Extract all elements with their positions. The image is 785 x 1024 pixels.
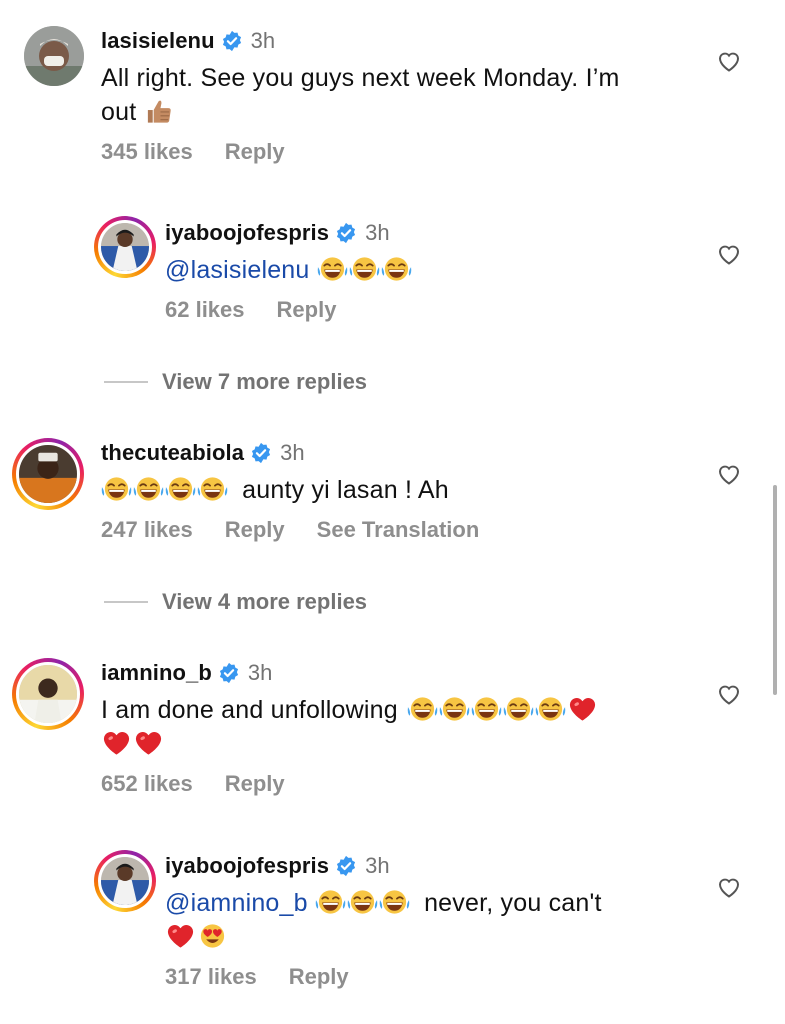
- comment-text: All right. See you guys next week Monday…: [101, 61, 701, 129]
- comment-text-line: aunty yi lasan ! Ah: [242, 476, 449, 504]
- likes-count[interactable]: 247 likes: [101, 517, 193, 543]
- avatar[interactable]: [12, 658, 84, 730]
- like-heart-icon[interactable]: [717, 463, 741, 485]
- tears-of-joy-emoji: [379, 888, 410, 916]
- avatar-image: [101, 857, 149, 905]
- comment-text-line: never, you can't: [424, 889, 602, 917]
- tears-of-joy-emoji: [535, 695, 566, 723]
- timestamp: 3h: [365, 853, 390, 878]
- reply-button[interactable]: Reply: [225, 771, 285, 797]
- view-more-replies-button[interactable]: View 7 more replies: [104, 369, 367, 395]
- like-heart-icon[interactable]: [717, 50, 741, 72]
- tears-of-joy-emoji: [439, 695, 470, 723]
- view-more-label: View 4 more replies: [162, 589, 368, 614]
- red-heart-emoji: [165, 922, 196, 950]
- avatar[interactable]: [94, 850, 156, 912]
- avatar[interactable]: [24, 26, 84, 86]
- tears-of-joy-emoji: [347, 888, 378, 916]
- heart-eyes-emoji: [197, 922, 228, 950]
- tears-of-joy-emoji: [315, 888, 346, 916]
- avatar[interactable]: [94, 216, 156, 278]
- tears-of-joy-emoji: [133, 475, 164, 503]
- like-heart-icon[interactable]: [717, 683, 741, 705]
- timestamp: 3h: [280, 440, 305, 465]
- comment-text-line: All right. See you guys next week Monday…: [101, 64, 620, 92]
- verified-badge-icon: [335, 855, 357, 877]
- red-heart-emoji: [133, 729, 164, 757]
- comment-text: @lasisielenu: [165, 253, 705, 287]
- username[interactable]: thecuteabiola: [101, 440, 244, 466]
- divider-line: [104, 601, 148, 603]
- reply-button[interactable]: Reply: [225, 139, 285, 165]
- avatar-image: [19, 445, 77, 503]
- view-more-label: View 7 more replies: [162, 369, 368, 394]
- tears-of-joy-emoji: [101, 475, 132, 503]
- likes-count[interactable]: 62 likes: [165, 297, 245, 323]
- likes-count[interactable]: 345 likes: [101, 139, 193, 165]
- timestamp: 3h: [250, 28, 276, 53]
- avatar-image: [19, 665, 77, 723]
- thumbs-up-emoji: [144, 97, 175, 125]
- scrollbar[interactable]: [773, 485, 777, 695]
- avatar[interactable]: [12, 438, 84, 510]
- red-heart-emoji: [101, 729, 132, 757]
- divider-line: [104, 381, 148, 383]
- tears-of-joy-emoji: [407, 695, 438, 723]
- verified-badge-icon: [335, 222, 357, 244]
- comment-text-line: I am done and unfollowing: [101, 696, 398, 724]
- tears-of-joy-emoji: [381, 255, 412, 283]
- like-heart-icon[interactable]: [717, 243, 741, 265]
- comment-text: aunty yi lasan ! Ah: [101, 473, 721, 507]
- tears-of-joy-emoji: [165, 475, 196, 503]
- comment-text: @iamnino_b never, you can't: [165, 886, 705, 954]
- likes-count[interactable]: 652 likes: [101, 771, 193, 797]
- verified-badge-icon: [250, 442, 272, 464]
- view-more-replies-button[interactable]: View 4 more replies: [104, 589, 367, 615]
- see-translation-button[interactable]: See Translation: [317, 517, 480, 543]
- tears-of-joy-emoji: [471, 695, 502, 723]
- verified-badge-icon: [221, 30, 243, 52]
- username[interactable]: lasisielenu: [101, 28, 215, 54]
- timestamp: 3h: [247, 660, 273, 685]
- reply-button[interactable]: Reply: [277, 297, 337, 323]
- mention-link[interactable]: @lasisielenu: [165, 256, 310, 284]
- username[interactable]: iamnino_b: [101, 660, 212, 686]
- reply-button[interactable]: Reply: [225, 517, 285, 543]
- likes-count[interactable]: 317 likes: [165, 964, 257, 990]
- comment-text: I am done and unfollowing: [101, 693, 721, 761]
- comment-text-line: out: [101, 98, 137, 126]
- like-heart-icon[interactable]: [717, 876, 741, 898]
- tears-of-joy-emoji: [503, 695, 534, 723]
- tears-of-joy-emoji: [349, 255, 380, 283]
- reply-button[interactable]: Reply: [289, 964, 349, 990]
- tears-of-joy-emoji: [197, 475, 228, 503]
- timestamp: 3h: [365, 220, 390, 245]
- tears-of-joy-emoji: [317, 255, 348, 283]
- username[interactable]: iyaboojofespris: [165, 220, 329, 246]
- verified-badge-icon: [218, 662, 240, 684]
- avatar-image: [24, 26, 84, 86]
- avatar-image: [101, 223, 149, 271]
- mention-link[interactable]: @iamnino_b: [165, 889, 308, 917]
- red-heart-emoji: [567, 695, 598, 723]
- username[interactable]: iyaboojofespris: [165, 853, 329, 879]
